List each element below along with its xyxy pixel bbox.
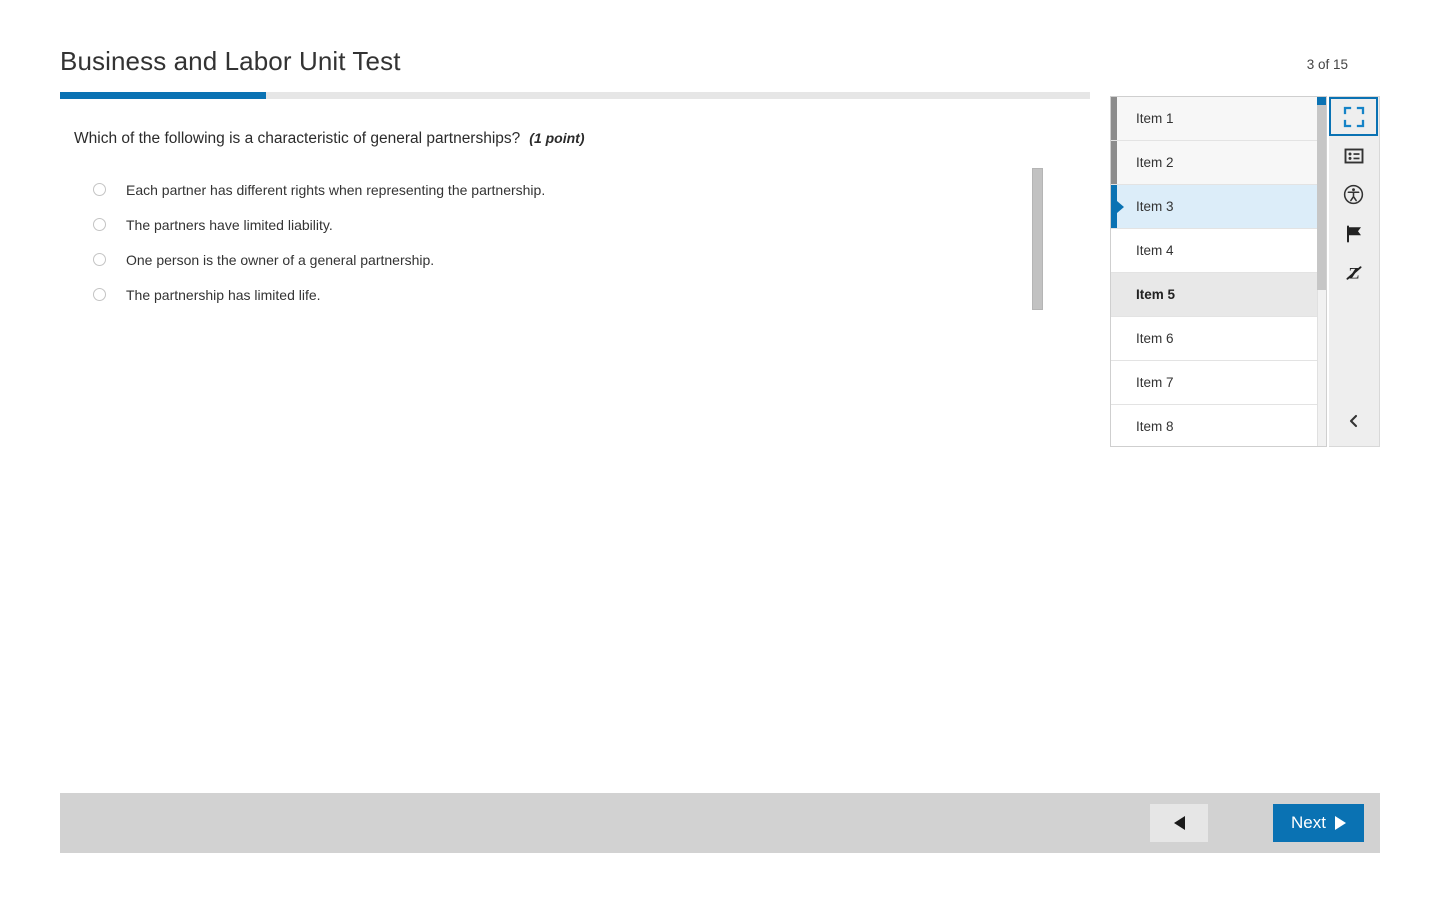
content-scrollbar[interactable] — [1032, 168, 1043, 310]
arrow-left-icon — [1173, 816, 1185, 830]
flag-button[interactable] — [1329, 214, 1378, 253]
answer-choice[interactable]: Each partner has different rights when r… — [74, 172, 1014, 207]
answer-choice[interactable]: The partnership has limited life. — [74, 277, 1014, 312]
flag-icon — [1344, 224, 1364, 244]
answer-choice-label: The partners have limited liability. — [126, 216, 333, 233]
item-list-row[interactable]: Item 7 — [1111, 361, 1326, 405]
item-list-scrollbar-top-marker — [1317, 97, 1326, 105]
item-list-label: Item 1 — [1136, 111, 1174, 126]
tool-rail: Z — [1329, 96, 1380, 447]
next-button-label: Next — [1291, 813, 1326, 832]
item-list-label: Item 8 — [1136, 419, 1174, 434]
item-list-label: Item 3 — [1136, 199, 1174, 214]
next-button[interactable]: Next — [1273, 804, 1364, 842]
previous-button[interactable] — [1150, 804, 1208, 842]
item-list-panel: Item 1 Item 2 Item 3 Item 4 Item 5 Item 6 Item… — [1110, 96, 1327, 447]
progress-fill — [60, 92, 266, 99]
content-scrollbar-thumb[interactable] — [1032, 168, 1043, 310]
progress-track — [60, 92, 1090, 99]
answer-choice[interactable]: The partners have limited liability. — [74, 207, 1014, 242]
item-list-label: Item 2 — [1136, 155, 1174, 170]
fullscreen-icon — [1343, 106, 1365, 128]
question-stem-text: Which of the following is a characterist… — [74, 130, 521, 147]
item-list-row[interactable]: Item 4 — [1111, 229, 1326, 273]
item-list: Item 1 Item 2 Item 3 Item 4 Item 5 Item 6 Item… — [1111, 97, 1326, 446]
item-list-row[interactable]: Item 2 — [1111, 141, 1326, 185]
item-list-button[interactable] — [1329, 136, 1378, 175]
item-list-scrollbar-thumb[interactable] — [1317, 97, 1326, 290]
item-list-row[interactable]: Item 5 — [1111, 273, 1326, 317]
footer-navigation-bar: Next — [60, 793, 1380, 853]
item-list-label: Item 7 — [1136, 375, 1174, 390]
answer-choice[interactable]: One person is the owner of a general par… — [74, 242, 1014, 277]
item-list-icon — [1344, 146, 1364, 166]
accessibility-button[interactable] — [1329, 175, 1378, 214]
item-list-scrollbar[interactable] — [1317, 97, 1326, 446]
radio-button[interactable] — [93, 288, 106, 301]
answer-choice-list: Each partner has different rights when r… — [74, 172, 1014, 312]
item-counter: 3 of 15 — [1306, 57, 1348, 72]
item-list-row[interactable]: Item 3 — [1111, 185, 1326, 229]
answer-choice-label: The partnership has limited life. — [126, 286, 321, 303]
page-title: Business and Labor Unit Test — [60, 46, 401, 76]
answer-choice-label: One person is the owner of a general par… — [126, 251, 435, 268]
item-list-row[interactable]: Item 1 — [1111, 97, 1326, 141]
arrow-right-icon — [1335, 816, 1346, 830]
collapse-panel-button[interactable] — [1329, 404, 1378, 438]
item-list-row[interactable]: Item 8 — [1111, 405, 1326, 446]
assessment-page: Business and Labor Unit Test 3 of 15 Whi… — [0, 0, 1440, 900]
fullscreen-button[interactable] — [1329, 97, 1378, 136]
question-points: (1 point) — [529, 130, 585, 146]
strikethrough-icon: Z — [1344, 263, 1364, 283]
radio-button[interactable] — [93, 253, 106, 266]
answer-choice-label: Each partner has different rights when r… — [126, 181, 546, 198]
item-list-label: Item 6 — [1136, 331, 1174, 346]
item-list-label: Item 4 — [1136, 243, 1174, 258]
strikethrough-button[interactable]: Z — [1329, 253, 1378, 292]
radio-button[interactable] — [93, 218, 106, 231]
radio-button[interactable] — [93, 183, 106, 196]
question-stem: Which of the following is a characterist… — [74, 130, 585, 148]
item-list-row[interactable]: Item 6 — [1111, 317, 1326, 361]
accessibility-icon — [1343, 184, 1364, 205]
chevron-left-icon — [1349, 414, 1357, 428]
item-list-label: Item 5 — [1136, 287, 1176, 302]
